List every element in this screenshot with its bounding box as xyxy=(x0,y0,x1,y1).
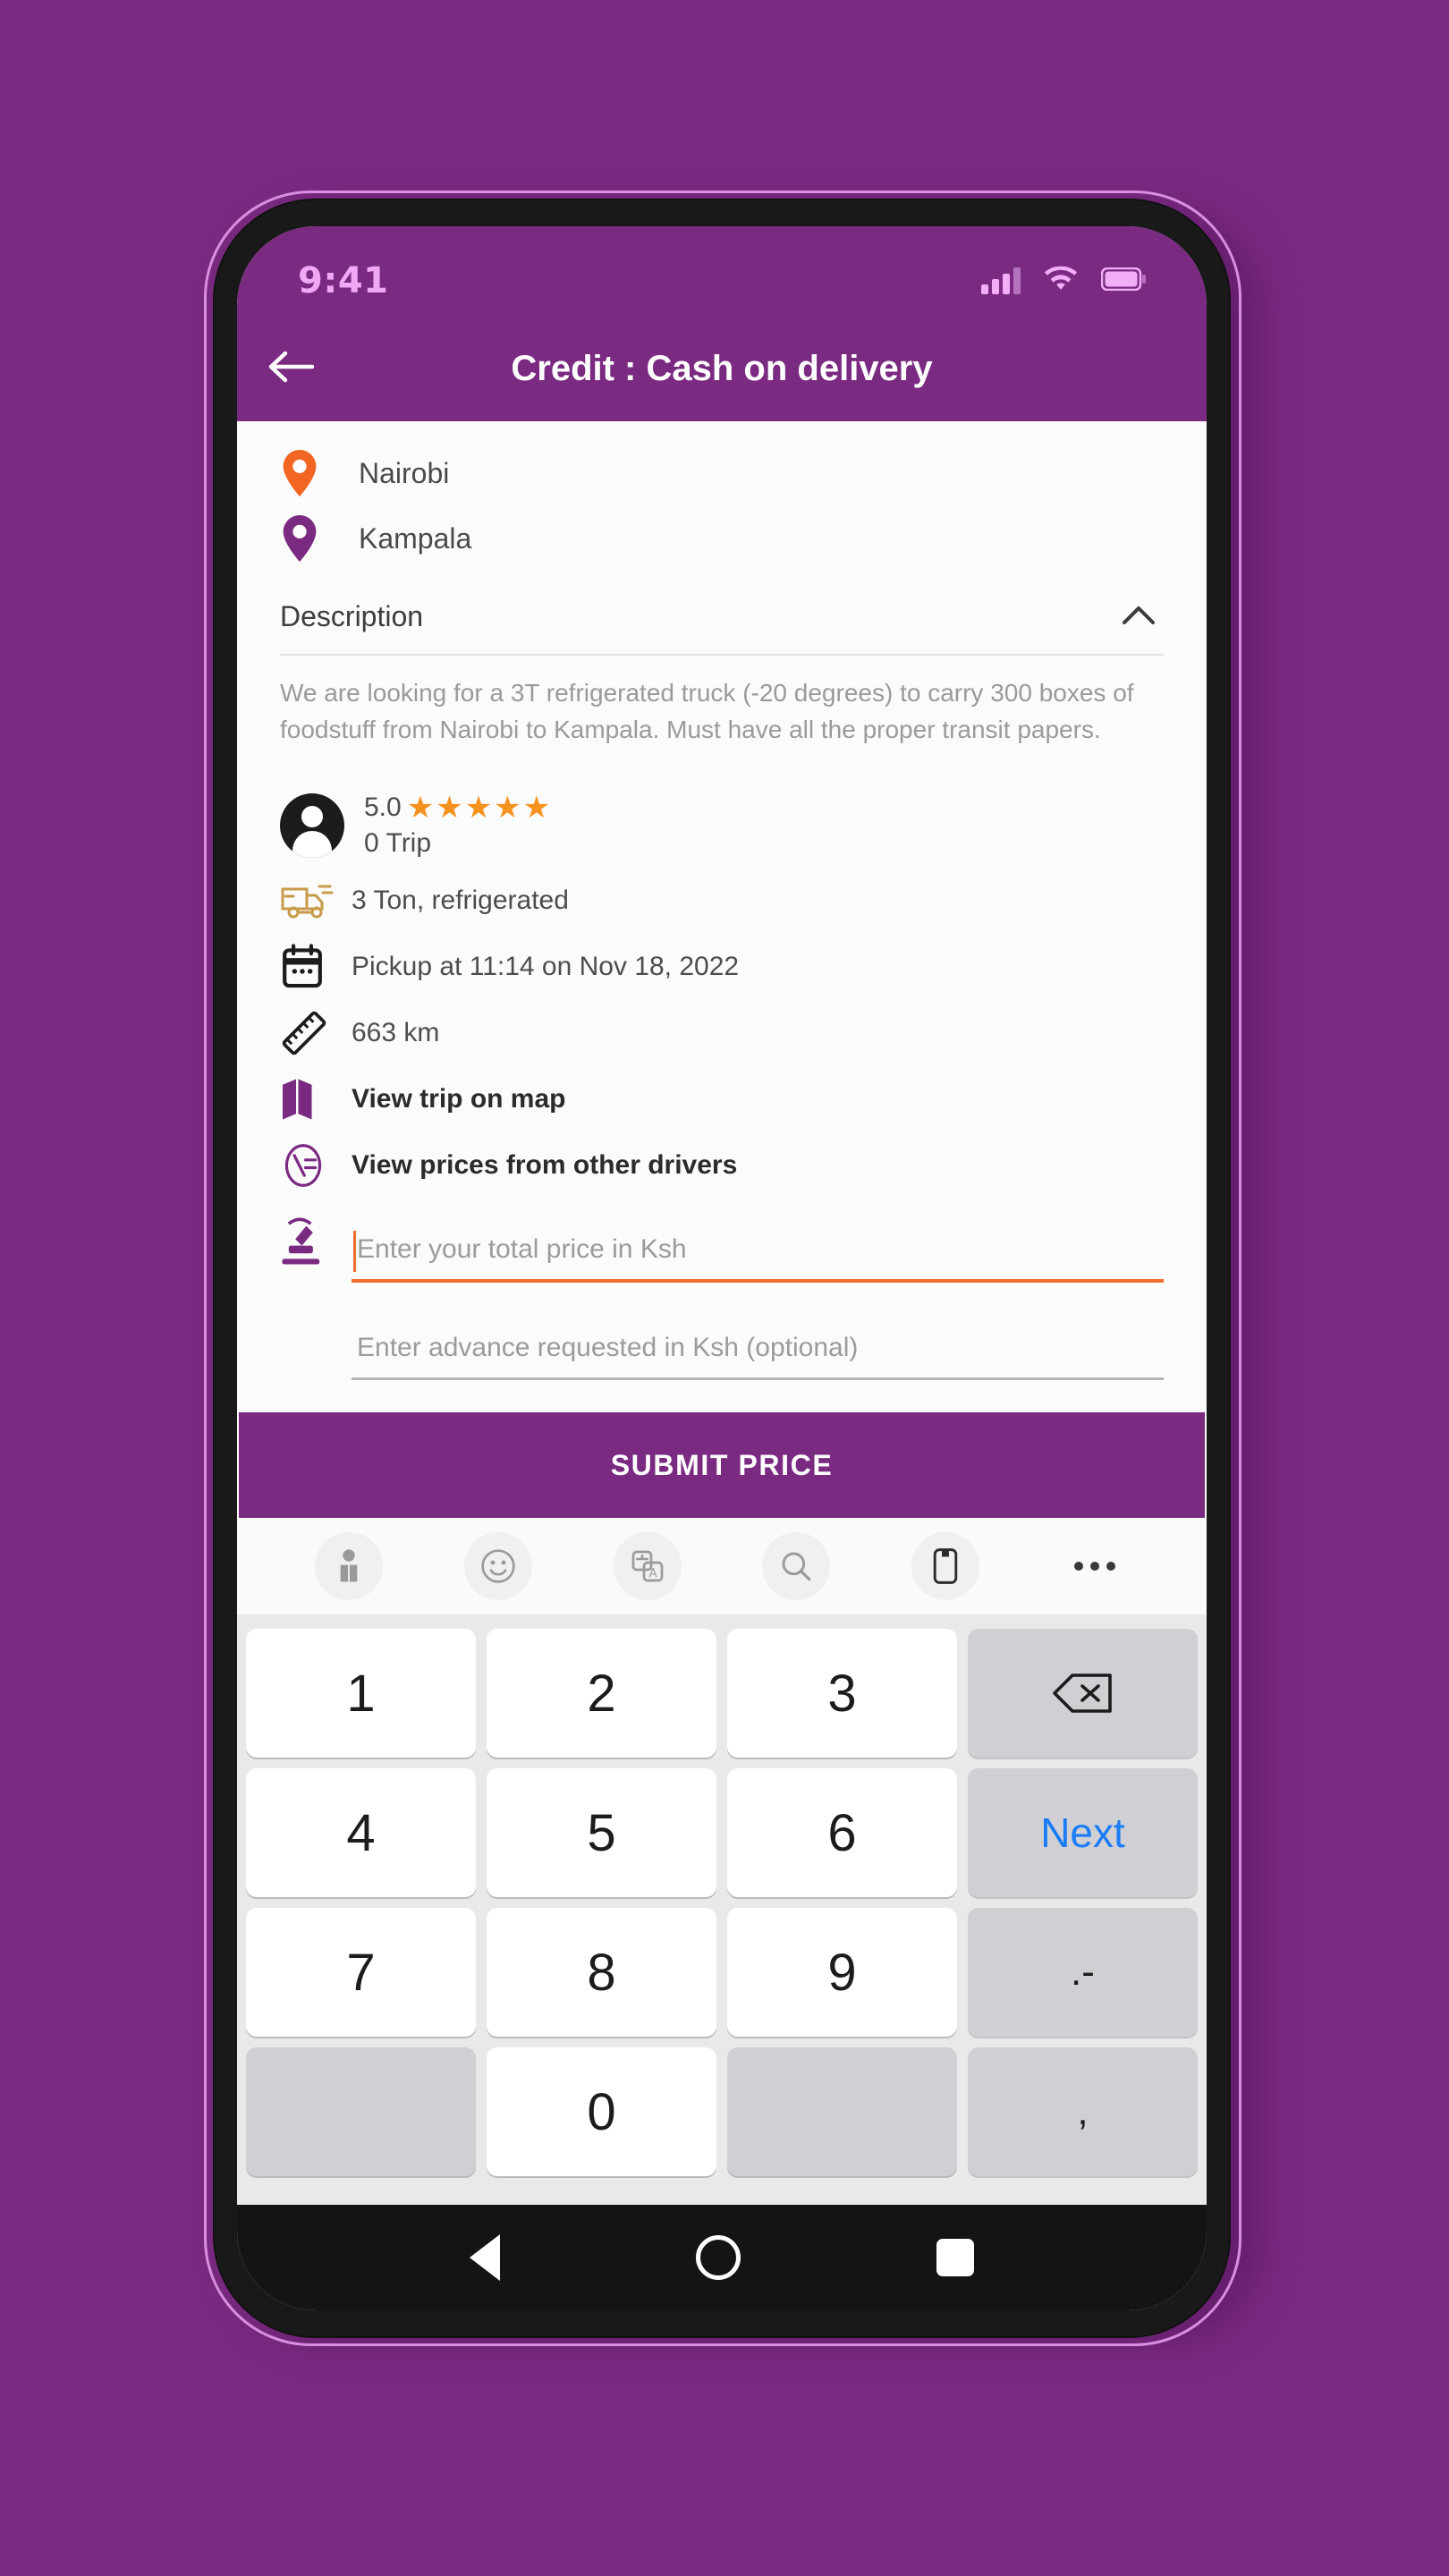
location-pin-icon-destination xyxy=(280,515,319,562)
keyboard-row: 4 5 6 Next xyxy=(246,1768,1198,1898)
keyboard-row: 0 , xyxy=(246,2047,1198,2177)
star-icon: ★ xyxy=(406,790,435,826)
status-clock: 9:41 xyxy=(298,260,389,301)
search-icon[interactable] xyxy=(762,1532,831,1601)
location-pin-icon-origin xyxy=(280,450,319,496)
destination-label: Kampala xyxy=(359,521,472,555)
origin-row: Nairobi xyxy=(237,421,1207,504)
text-caret xyxy=(353,1231,356,1273)
description-header[interactable]: Description xyxy=(237,573,1207,654)
driver-rating-row: 5.0 ★ ★ ★ ★ ★ 0 Trip xyxy=(237,771,1207,868)
key-9[interactable]: 9 xyxy=(727,1908,957,2038)
detail-text: View trip on map xyxy=(352,1084,566,1114)
status-icon-group xyxy=(981,266,1146,296)
key-8[interactable]: 8 xyxy=(487,1908,716,2038)
arrow-left-icon xyxy=(267,350,315,387)
description-text: We are looking for a 3T refrigerated tru… xyxy=(280,679,1134,743)
rating-value: 5.0 xyxy=(364,792,402,823)
key-0[interactable]: 0 xyxy=(487,2047,716,2177)
star-icon: ★ xyxy=(464,790,493,826)
price-field-row xyxy=(237,1199,1207,1284)
key-blank-right[interactable] xyxy=(727,2047,957,2177)
star-icon: ★ xyxy=(436,790,463,826)
calendar-icon xyxy=(280,944,339,990)
ruler-icon xyxy=(280,1009,339,1057)
trip-count: 0 Trip xyxy=(364,828,432,859)
advance-field-row xyxy=(237,1283,1207,1381)
page-title: Credit : Cash on delivery xyxy=(511,348,933,388)
detail-text: View prices from other drivers xyxy=(352,1150,738,1181)
keyboard-row: 1 2 3 xyxy=(246,1629,1198,1758)
detail-row-truck: 3 Ton, refrigerated xyxy=(237,868,1207,934)
price-tag-icon xyxy=(280,1142,339,1189)
key-1[interactable]: 1 xyxy=(246,1629,476,1758)
auction-gavel-icon xyxy=(280,1215,339,1283)
detail-text: 3 Ton, refrigerated xyxy=(352,886,569,916)
key-4[interactable]: 4 xyxy=(246,1768,476,1898)
clipboard-icon[interactable] xyxy=(911,1532,979,1601)
translate-icon[interactable]: A xyxy=(613,1532,682,1601)
recents-square-icon[interactable] xyxy=(936,2239,975,2277)
price-input[interactable] xyxy=(352,1225,1164,1280)
detail-row-prices[interactable]: View prices from other drivers xyxy=(237,1132,1207,1199)
numeric-keyboard: 1 2 3 4 5 6 Next 7 8 9 .- 0 , xyxy=(237,1614,1207,2206)
key-3[interactable]: 3 xyxy=(727,1629,957,1758)
sticker-person-icon[interactable] xyxy=(315,1532,384,1601)
key-7[interactable]: 7 xyxy=(246,1908,476,2038)
detail-row-map[interactable]: View trip on map xyxy=(237,1066,1207,1132)
emoji-icon[interactable] xyxy=(463,1532,532,1601)
origin-label: Nairobi xyxy=(359,456,450,489)
key-dot-dash[interactable]: .- xyxy=(968,1908,1198,2038)
advance-input[interactable] xyxy=(352,1324,1164,1378)
star-icon: ★ xyxy=(494,790,521,826)
home-circle-icon[interactable] xyxy=(695,2235,741,2281)
key-backspace[interactable] xyxy=(968,1629,1198,1758)
app-bar: Credit : Cash on delivery xyxy=(237,316,1207,421)
advance-field-wrap xyxy=(352,1324,1164,1381)
key-comma[interactable]: , xyxy=(968,2047,1198,2177)
avatar xyxy=(280,793,344,859)
keyboard-row: 7 8 9 .- xyxy=(246,1908,1198,2038)
phone-screen: 9:41 Credit : Cash on delivery Nairobi K… xyxy=(237,226,1207,2310)
android-nav-bar xyxy=(237,2205,1207,2310)
price-input-underline xyxy=(352,1279,1164,1284)
wifi-icon xyxy=(1044,266,1078,296)
status-bar: 9:41 xyxy=(237,226,1207,316)
svg-text:A: A xyxy=(648,1567,657,1580)
keyboard-toolbar: A xyxy=(237,1518,1207,1615)
key-6[interactable]: 6 xyxy=(727,1768,957,1898)
rating-line: 5.0 ★ ★ ★ ★ ★ xyxy=(364,792,550,823)
star-icon: ★ xyxy=(522,790,551,826)
more-options-icon[interactable] xyxy=(1061,1532,1129,1600)
detail-text: Pickup at 11:14 on Nov 18, 2022 xyxy=(352,952,740,982)
truck-icon xyxy=(280,881,339,920)
detail-row-pickup: Pickup at 11:14 on Nov 18, 2022 xyxy=(237,934,1207,1000)
key-next[interactable]: Next xyxy=(968,1768,1198,1898)
signal-icon xyxy=(981,267,1021,294)
destination-row: Kampala xyxy=(237,504,1207,573)
advance-input-underline xyxy=(352,1377,1164,1381)
back-triangle-icon[interactable] xyxy=(469,2234,500,2282)
rating-column: 5.0 ★ ★ ★ ★ ★ 0 Trip xyxy=(364,792,550,859)
key-2[interactable]: 2 xyxy=(487,1629,716,1758)
description-label: Description xyxy=(280,599,424,632)
key-blank-left[interactable] xyxy=(246,2047,476,2177)
trip-details-panel: Nairobi Kampala Description We are looki… xyxy=(237,421,1207,1519)
detail-row-distance: 663 km xyxy=(237,1000,1207,1066)
back-button[interactable] xyxy=(237,350,344,387)
chevron-up-icon[interactable] xyxy=(1121,598,1157,634)
key-5[interactable]: 5 xyxy=(487,1768,716,1898)
detail-text: 663 km xyxy=(352,1018,440,1048)
battery-icon xyxy=(1100,267,1146,294)
map-icon xyxy=(280,1077,339,1122)
price-field-wrap xyxy=(352,1225,1164,1284)
submit-price-button[interactable]: SUBMIT PRICE xyxy=(239,1412,1205,1519)
